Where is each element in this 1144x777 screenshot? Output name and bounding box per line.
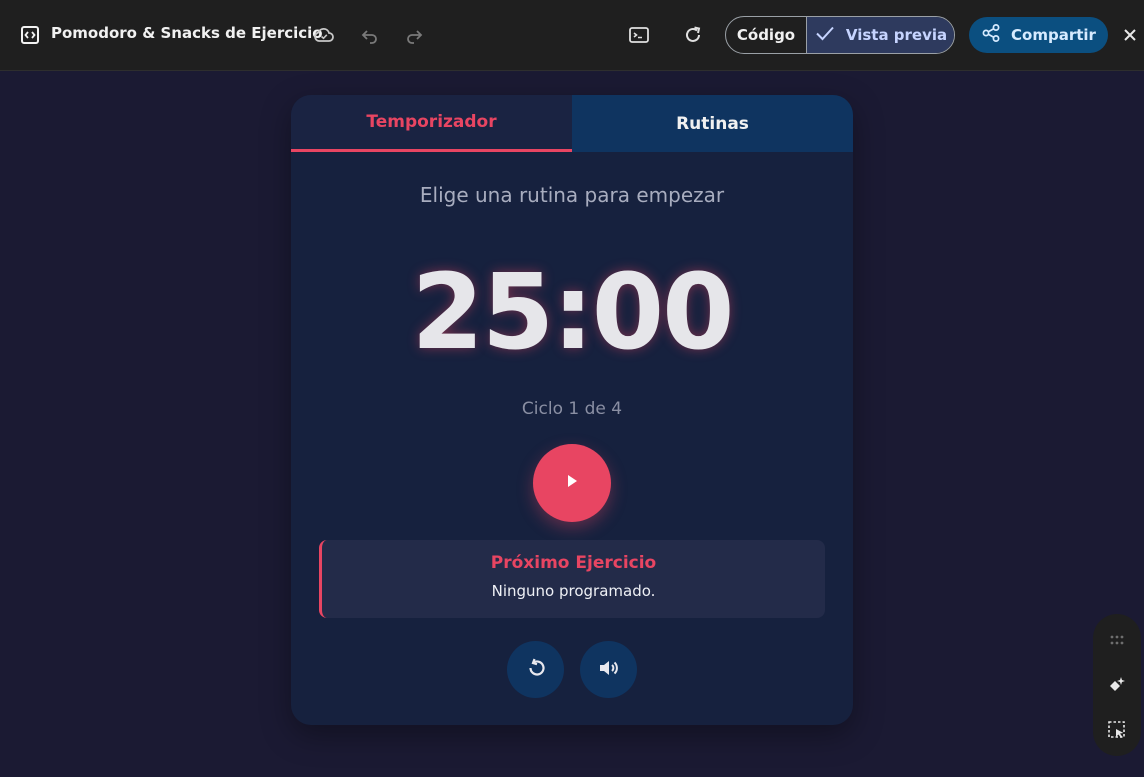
volume-icon — [597, 656, 621, 684]
app-title: Pomodoro & Snacks de Ejercicio — [51, 24, 323, 42]
tab-bar: Temporizador Rutinas — [291, 95, 853, 152]
routine-prompt: Elige una rutina para empezar — [419, 183, 725, 207]
cycle-counter: Ciclo 1 de 4 — [521, 399, 623, 419]
undo-icon[interactable] — [358, 23, 382, 47]
next-exercise-panel: Próximo Ejercicio Ninguno programado. — [319, 540, 825, 618]
reset-button[interactable] — [507, 641, 564, 698]
preview-button[interactable]: Vista previa — [807, 17, 954, 53]
check-icon — [814, 24, 836, 46]
code-button-label: Código — [736, 26, 796, 44]
share-button-label: Compartir — [1011, 26, 1096, 44]
pomodoro-card: Temporizador Rutinas Elige una rutina pa… — [291, 95, 853, 725]
refresh-icon[interactable] — [681, 23, 705, 47]
code-frame-icon — [20, 25, 40, 45]
next-exercise-title: Próximo Ejercicio — [490, 553, 657, 573]
next-exercise-text: Ninguno programado. — [491, 582, 656, 600]
play-icon — [564, 473, 580, 493]
tab-temporizador[interactable]: Temporizador — [291, 95, 572, 152]
redo-icon[interactable] — [402, 23, 426, 47]
sparkle-edit-icon[interactable] — [1105, 673, 1129, 697]
cloud-icon[interactable] — [312, 23, 336, 47]
play-button[interactable] — [533, 444, 611, 522]
tab-rutinas[interactable]: Rutinas — [572, 95, 853, 152]
code-button[interactable]: Código — [726, 17, 807, 53]
drag-handle-icon[interactable] — [1105, 628, 1129, 652]
side-toolbar — [1093, 614, 1141, 756]
top-bar: Pomodoro & Snacks de Ejercicio Código Vi… — [0, 0, 1144, 71]
reset-icon — [524, 656, 548, 684]
tab-label: Temporizador — [366, 112, 497, 132]
volume-button[interactable] — [580, 641, 637, 698]
share-button[interactable]: Compartir — [969, 17, 1108, 53]
timer-display: 25:00 — [411, 251, 734, 373]
share-icon — [981, 23, 1001, 47]
select-element-icon[interactable] — [1105, 718, 1129, 742]
close-icon[interactable] — [1120, 24, 1140, 46]
preview-button-label: Vista previa — [845, 26, 948, 44]
view-toggle: Código Vista previa — [725, 16, 955, 54]
tab-label: Rutinas — [676, 113, 749, 134]
terminal-icon[interactable] — [627, 23, 651, 47]
